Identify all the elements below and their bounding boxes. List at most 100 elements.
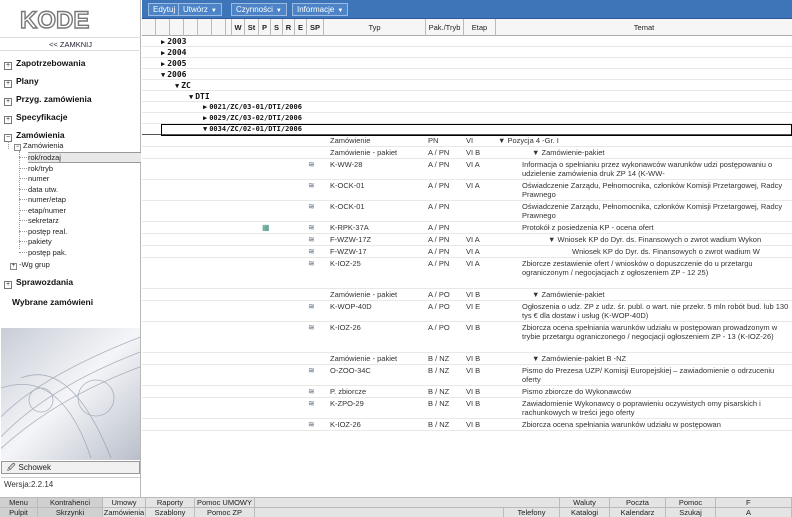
col-e[interactable]: E — [295, 19, 307, 36]
attachment-icon[interactable]: ▦ — [262, 223, 270, 232]
sidebar-subitem[interactable]: data utw. — [28, 184, 141, 195]
sidebar-subitem[interactable]: numer — [28, 173, 141, 184]
collapse-icon[interactable]: − — [14, 144, 21, 151]
col-r[interactable]: R — [283, 19, 295, 36]
table-row[interactable]: ≋ K-IOZ-25 A / PN VI A Zbiorcze zestawienie … — [142, 258, 792, 289]
document-icon[interactable]: ≋ — [308, 323, 315, 332]
document-icon[interactable]: ≋ — [308, 223, 315, 232]
sidebar-subitem[interactable]: postęp pak. — [28, 247, 141, 258]
sidebar-subitem[interactable]: rok/rodzaj — [28, 152, 141, 163]
sidebar: KODE << ZAMKNIJ + Zapotrzebowania + Plany … — [0, 0, 141, 497]
nav-katalogi[interactable]: Katalogi — [560, 508, 610, 517]
col-st[interactable]: St — [245, 19, 259, 36]
tree-row[interactable]: ▶ 2005 — [142, 58, 792, 69]
nav-kalendarz[interactable]: Kalendarz — [610, 508, 666, 517]
tree-row[interactable]: ▶ 0021/ZC/03-01/DTI/2006 — [142, 102, 792, 113]
table-row[interactable]: ≋ K-WW-28 A / PN VI A Informacja o spełniani… — [142, 159, 792, 180]
sidebar-subtree-zamowienia[interactable]: − Zamówienia — [14, 140, 141, 151]
sidebar-subitem[interactable]: etap/numer — [28, 205, 141, 216]
tree-row[interactable]: ▶ 0029/ZC/03-02/DTI/2006 — [142, 113, 792, 124]
document-icon[interactable]: ≋ — [308, 399, 315, 408]
document-icon[interactable]: ≋ — [308, 181, 315, 190]
table-row[interactable]: ≋ O-ZOO-34C B / NZ VI B Pismo do Prezesa UZP… — [142, 365, 792, 386]
menu-create[interactable]: Utwórz ▼ — [178, 3, 222, 16]
tree-row[interactable]: ▶ 2003 — [142, 36, 792, 47]
menu-info[interactable]: Informacje ▼ — [292, 3, 349, 16]
tree-row[interactable]: ▶ 2004 — [142, 47, 792, 58]
expand-icon[interactable]: + — [4, 281, 12, 289]
tree-row[interactable]: ▼ DTI — [142, 91, 792, 102]
expand-icon[interactable]: + — [4, 116, 12, 124]
tree-row[interactable]: ▼ 2006 — [142, 69, 792, 80]
sidebar-subitem[interactable]: sekretarz — [28, 215, 141, 226]
table-row[interactable]: ≋ K-OCK-01 A / PN VI A Oświadczenie Zarządu,… — [142, 180, 792, 201]
nav-pomoc-zp[interactable]: Pomoc ZP — [195, 508, 255, 517]
document-icon[interactable]: ≋ — [308, 202, 315, 211]
table-row[interactable]: Zamówienie - pakiet A / PN VI B ▼ Zamówieni… — [142, 147, 792, 159]
close-link[interactable]: << ZAMKNIJ — [0, 37, 141, 51]
sidebar-item-wg-grup[interactable]: + -Wg grup — [10, 259, 141, 270]
col-p[interactable]: P — [259, 19, 271, 36]
menu-actions[interactable]: Czynności ▼ — [231, 3, 287, 16]
col-s[interactable]: S — [271, 19, 283, 36]
document-icon[interactable]: ≋ — [308, 259, 315, 268]
nav-telefony[interactable]: Telefony — [504, 508, 560, 517]
sidebar-subitem[interactable]: numer/etap — [28, 194, 141, 205]
menu-edit[interactable]: Edytuj — [148, 3, 181, 16]
cell-typ: K-IOZ-25 — [330, 259, 361, 268]
col-w[interactable]: W — [232, 19, 245, 36]
sidebar-item-specyfikacje[interactable]: + Specyfikacje — [0, 108, 141, 126]
col-pak-tryb[interactable]: Pak./Tryb — [426, 19, 464, 36]
table-row[interactable]: ≋ K-IOZ-26 A / PO VI B Zbiorcza ocena spełni… — [142, 322, 792, 353]
table-row[interactable]: ≋ K-ZPO-29 B / NZ VI B Zawiadomienie Wykonaw… — [142, 398, 792, 419]
tree-node-order-0029[interactable]: ▶ 0029/ZC/03-02/DTI/2006 — [203, 113, 302, 124]
col-temat[interactable]: Temat — [496, 19, 792, 36]
table-row[interactable]: ≋ K-IOZ-26 B / NZ VI B Zbiorcza ocena spełni… — [142, 419, 792, 431]
sidebar-subitem[interactable]: rok/tryb — [28, 163, 141, 174]
table-row[interactable]: Zamówienie - pakiet A / PO VI B ▼ Zamówieni… — [142, 289, 792, 301]
sidebar-item-sprawozdania[interactable]: + Sprawozdania — [0, 273, 141, 291]
collapse-arrow-icon: ▼ — [175, 82, 180, 90]
sidebar-subitem[interactable]: postęp real. — [28, 226, 141, 237]
document-icon[interactable]: ≋ — [308, 366, 315, 375]
cell-typ: O-ZOO-34C — [330, 366, 371, 375]
cell-temat: Wniosek KP do Dyr. ds. Finansowych o zwr… — [572, 247, 760, 256]
table-row[interactable]: ≋ P. zbiorcze B / NZ VI B Pismo zbiorcze do … — [142, 386, 792, 398]
clipboard-panel[interactable]: 🖉 Schowek — [1, 461, 140, 474]
expand-icon[interactable]: + — [10, 263, 17, 270]
col-typ[interactable]: Typ — [324, 19, 426, 36]
nav-szablony[interactable]: Szablony — [146, 508, 195, 517]
table-row[interactable]: ≋ F-WZW-17 A / PN VI A Wniosek KP do Dyr. ds… — [142, 246, 792, 258]
sidebar-item-zapotrzebowania[interactable]: + Zapotrzebowania — [0, 54, 141, 72]
table-row[interactable]: Zamówienie PN VI ▼ Pozycja 4 -Gr. I — [142, 135, 792, 147]
sidebar-subitem[interactable]: pakiety — [28, 236, 141, 247]
grid-header: W St P S R E SP Typ Pak./Tryb Etap Temat — [142, 19, 792, 36]
nav-pulpit[interactable]: Pulpit — [0, 508, 38, 517]
document-icon[interactable]: ≋ — [308, 302, 315, 311]
table-row[interactable]: ≋ K-OCK-01 A / PN Oświadczenie Zarządu, Peł… — [142, 201, 792, 222]
document-icon[interactable]: ≋ — [308, 160, 315, 169]
nav-a[interactable]: A — [716, 508, 792, 517]
document-icon[interactable]: ≋ — [308, 235, 315, 244]
table-row[interactable]: ≋ F-WZW-17Z A / PN VI A ▼ Wniosek KP do Dyr.… — [142, 234, 792, 246]
tree-row[interactable]: ▼ ZC — [142, 80, 792, 91]
table-row[interactable]: Zamówienie - pakiet B / NZ VI B ▼ Zamówieni… — [142, 353, 792, 365]
table-row[interactable]: ≋ K-WOP-40D A / PO VI E Ogłoszenia o udz. ZP… — [142, 301, 792, 322]
expand-icon[interactable]: + — [4, 62, 12, 70]
nav-skrzynki[interactable]: Skrzynki — [38, 508, 103, 517]
document-icon[interactable]: ≋ — [308, 247, 315, 256]
table-row[interactable]: ≋ ▦ K-RPK-37A A / PN Protokół z posiedzenia … — [142, 222, 792, 234]
nav-szukaj[interactable]: Szukaj — [666, 508, 716, 517]
sidebar-item-wybrane-zamowienia[interactable]: Wybrane zamówieni — [0, 293, 141, 311]
sidebar-item-przyg-zamowienia[interactable]: + Przyg. zamówienia — [0, 90, 141, 108]
cell-etap: VI B — [466, 148, 481, 157]
expand-icon[interactable]: + — [4, 80, 12, 88]
document-icon[interactable]: ≋ — [308, 420, 315, 429]
tree-node-order-0021[interactable]: ▶ 0021/ZC/03-01/DTI/2006 — [203, 102, 302, 113]
document-icon[interactable]: ≋ — [308, 387, 315, 396]
nav-zamowienia[interactable]: Zamówienia — [103, 508, 146, 517]
col-etap[interactable]: Etap — [464, 19, 496, 36]
expand-icon[interactable]: + — [4, 98, 12, 106]
sidebar-item-plany[interactable]: + Plany — [0, 72, 141, 90]
col-sp[interactable]: SP — [307, 19, 324, 36]
